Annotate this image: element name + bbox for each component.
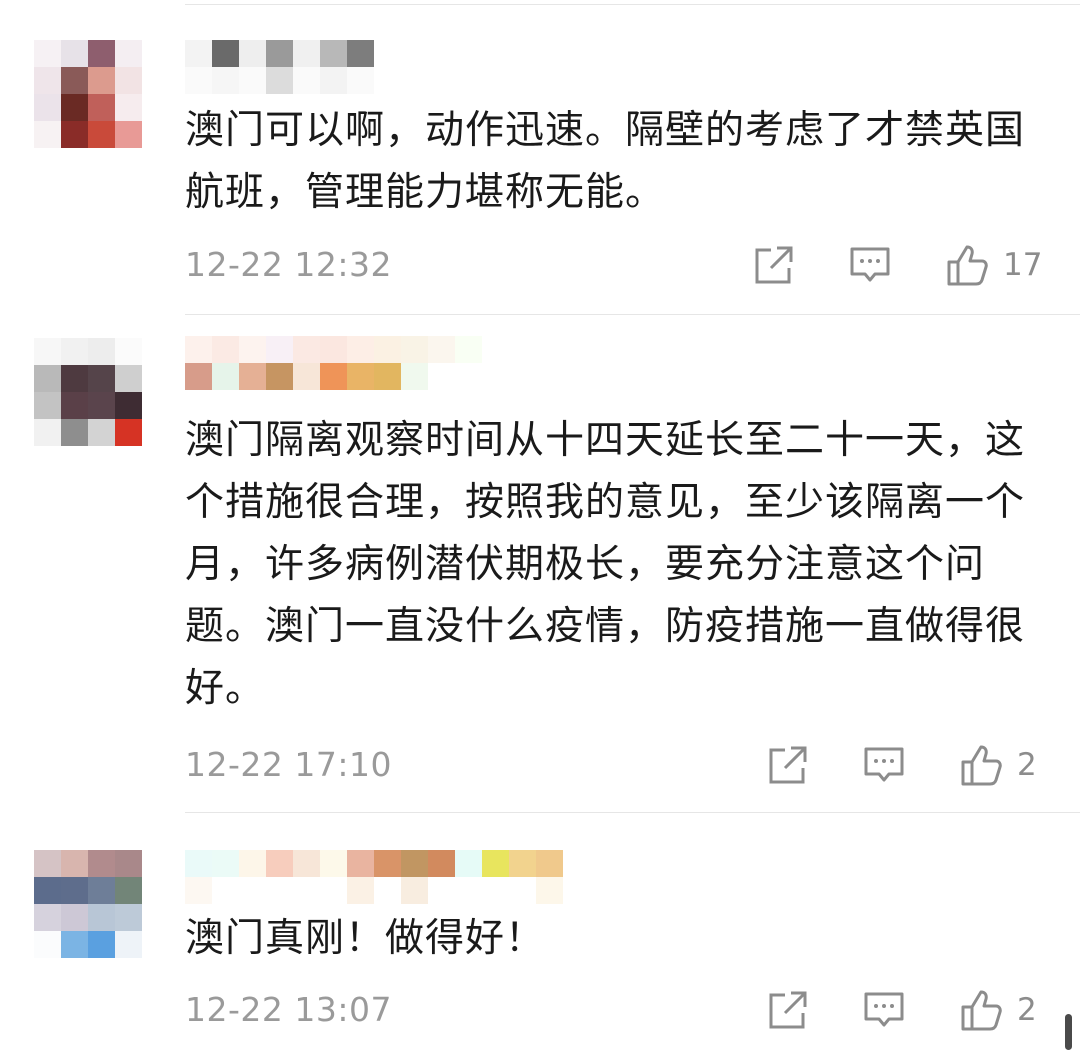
comment-meta: 12-22 13:07 2: [185, 985, 1050, 1035]
share-button[interactable]: [767, 985, 809, 1035]
share-icon: [769, 746, 807, 784]
comment-icon: [850, 247, 890, 282]
share-icon: [755, 246, 793, 284]
comment-timestamp: 12-22 17:10: [185, 745, 392, 784]
comment-divider: [185, 314, 1080, 315]
comment-icon: [864, 992, 904, 1027]
thumbs-up-icon: [961, 745, 1002, 786]
avatar[interactable]: [34, 338, 142, 446]
like-count: 2: [1017, 992, 1037, 1028]
username-blurred[interactable]: [185, 40, 385, 94]
scrollbar[interactable]: [1065, 1014, 1072, 1050]
username-blurred[interactable]: [185, 336, 485, 390]
like-button[interactable]: 2: [959, 985, 1037, 1035]
comment-timestamp: 12-22 13:07: [185, 990, 392, 1029]
top-divider: [185, 4, 1080, 5]
reply-button[interactable]: [863, 740, 905, 790]
like-button[interactable]: 17: [945, 240, 1042, 290]
share-icon: [769, 991, 807, 1029]
like-button[interactable]: 2: [959, 740, 1037, 790]
comment-text: 澳门隔离观察时间从十四天延长至二十一天，这个措施很合理，按照我的意见，至少该隔离…: [185, 418, 1026, 711]
comment-meta: 12-22 12:32 17: [185, 240, 1050, 290]
username-blurred[interactable]: [185, 850, 585, 904]
like-count: 2: [1017, 747, 1037, 783]
thumbs-up-icon: [961, 990, 1002, 1031]
avatar[interactable]: [34, 850, 142, 958]
comment-icon: [864, 747, 904, 782]
reply-button[interactable]: [849, 240, 891, 290]
like-count: 17: [1003, 247, 1043, 283]
share-button[interactable]: [753, 240, 795, 290]
comment-divider: [185, 812, 1080, 813]
thumbs-up-icon: [947, 245, 988, 286]
comment-meta: 12-22 17:10 2: [185, 740, 1050, 790]
avatar[interactable]: [34, 40, 142, 148]
comment-text: 澳门真刚！做得好！: [185, 916, 546, 961]
comment-text: 澳门可以啊，动作迅速。隔壁的考虑了才禁英国航班，管理能力堪称无能。: [185, 108, 1026, 215]
share-button[interactable]: [767, 740, 809, 790]
reply-button[interactable]: [863, 985, 905, 1035]
comment-timestamp: 12-22 12:32: [185, 245, 392, 284]
